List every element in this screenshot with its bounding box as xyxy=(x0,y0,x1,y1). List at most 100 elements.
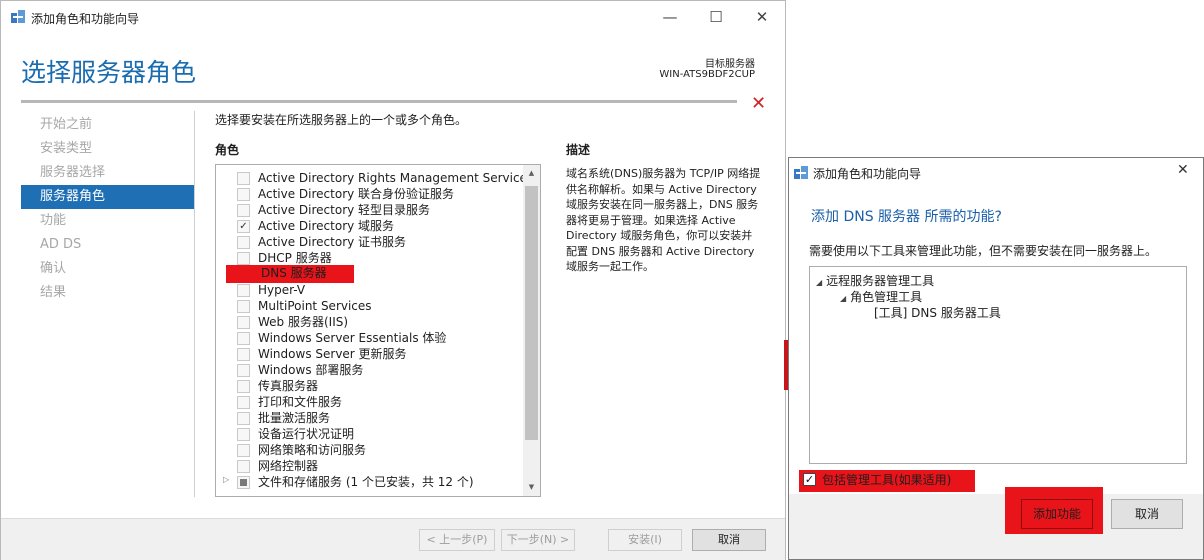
dialog-cancel-button[interactable]: 取消 xyxy=(1111,499,1183,529)
collapse-triangle-icon[interactable]: ◢ xyxy=(840,294,846,303)
role-checkbox-checked[interactable]: ✓ xyxy=(237,220,250,233)
expand-triangle-icon[interactable]: ▷ xyxy=(223,475,233,484)
add-features-dialog: 添加角色和功能向导 ✕ 添加 DNS 服务器 所需的功能? 需要使用以下工具来管… xyxy=(788,157,1204,560)
role-row[interactable]: Hyper-V xyxy=(216,282,524,298)
role-checkbox[interactable] xyxy=(237,412,250,425)
dialog-heading: 添加 DNS 服务器 所需的功能? xyxy=(811,209,1002,225)
role-row[interactable]: Windows Server 更新服务 xyxy=(216,346,524,362)
role-row[interactable]: Web 服务器(IIS) xyxy=(216,314,524,330)
role-row-dns-server[interactable]: DNS 服务器 xyxy=(216,265,524,283)
role-checkbox[interactable] xyxy=(237,332,250,345)
include-tools-checkbox[interactable]: ✓ xyxy=(803,473,816,486)
wizard-window: 添加角色和功能向导 — ☐ ✕ 选择服务器角色 目标服务器 WIN-ATS9BD… xyxy=(0,0,786,560)
page-title: 选择服务器角色 xyxy=(21,58,197,87)
previous-button[interactable]: < 上一步(P) xyxy=(419,529,495,551)
role-row[interactable]: 设备运行状况证明 xyxy=(216,426,524,442)
role-label: MultiPoint Services xyxy=(258,299,372,313)
window-title: 添加角色和功能向导 xyxy=(31,12,140,26)
close-button[interactable]: ✕ xyxy=(739,1,785,33)
required-features-tree[interactable]: ◢ 远程服务器管理工具 ◢ 角色管理工具 [工具] DNS 服务器工具 xyxy=(809,266,1187,464)
role-label: Windows Server Essentials 体验 xyxy=(258,331,447,345)
role-row[interactable]: Active Directory Rights Management Servi… xyxy=(216,170,533,186)
role-row[interactable]: Active Directory 轻型目录服务 xyxy=(216,202,524,218)
nav-item-server-roles[interactable]: 服务器角色 xyxy=(21,185,194,209)
role-label: Windows Server 更新服务 xyxy=(258,347,407,361)
role-checkbox[interactable] xyxy=(237,348,250,361)
role-label: 设备运行状况证明 xyxy=(258,427,355,441)
role-row[interactable]: 批量激活服务 xyxy=(216,410,524,426)
role-label: 批量激活服务 xyxy=(258,411,331,425)
minimize-button[interactable]: — xyxy=(647,1,693,33)
add-features-button[interactable]: 添加功能 xyxy=(1021,499,1093,529)
role-row[interactable]: 网络策略和访问服务 xyxy=(216,442,524,458)
role-checkbox[interactable] xyxy=(237,284,250,297)
role-label: Windows 部署服务 xyxy=(258,363,364,377)
scroll-thumb[interactable] xyxy=(525,186,538,440)
wizard-nav: 开始之前 安装类型 服务器选择 服务器角色 功能 AD DS 确认 结果 xyxy=(21,113,194,305)
role-checkbox[interactable] xyxy=(237,188,250,201)
maximize-button[interactable]: ☐ xyxy=(693,1,739,33)
server-manager-icon xyxy=(794,166,808,180)
role-checkbox[interactable] xyxy=(237,380,250,393)
role-checkbox[interactable] xyxy=(237,316,250,329)
cancel-button[interactable]: 取消 xyxy=(692,529,766,551)
role-checkbox[interactable] xyxy=(237,460,250,473)
role-checkbox[interactable] xyxy=(237,172,250,185)
role-row[interactable]: ✓ Active Directory 域服务 xyxy=(216,218,524,234)
role-row[interactable]: 传真服务器 xyxy=(216,378,524,394)
roles-heading: 角色 xyxy=(215,143,240,157)
nav-item-features[interactable]: 功能 xyxy=(21,209,194,233)
nav-item-installation-type[interactable]: 安装类型 xyxy=(21,137,194,161)
dialog-info-text: 需要使用以下工具来管理此功能，但不需要安装在同一服务器上。 xyxy=(809,244,1158,258)
role-label: 文件和存储服务 (1 个已安装，共 12 个) xyxy=(258,475,474,489)
instruction-text: 选择要安装在所选服务器上的一个或多个角色。 xyxy=(215,113,468,127)
install-button[interactable]: 安装(I) xyxy=(608,529,682,551)
role-checkbox[interactable] xyxy=(237,396,250,409)
role-checkbox[interactable] xyxy=(237,428,250,441)
role-checkbox[interactable] xyxy=(237,300,250,313)
scroll-up-icon[interactable]: ▲ xyxy=(523,169,540,177)
next-button[interactable]: 下一步(N) > xyxy=(501,529,575,551)
role-row[interactable]: DHCP 服务器 xyxy=(216,250,524,266)
title-bar[interactable]: 添加角色和功能向导 — ☐ ✕ xyxy=(1,1,785,33)
role-row[interactable]: Active Directory 联合身份验证服务 xyxy=(216,186,524,202)
tree-item[interactable]: [工具] DNS 服务器工具 xyxy=(874,304,1001,321)
nav-item-confirmation[interactable]: 确认 xyxy=(21,257,194,281)
server-manager-icon xyxy=(11,10,25,24)
role-row[interactable]: MultiPoint Services xyxy=(216,298,524,314)
nav-item-before-you-begin[interactable]: 开始之前 xyxy=(21,113,194,137)
role-checkbox-partial[interactable] xyxy=(237,476,250,489)
role-row[interactable]: Windows 部署服务 xyxy=(216,362,524,378)
collapse-triangle-icon[interactable]: ◢ xyxy=(816,278,822,287)
dialog-title: 添加角色和功能向导 xyxy=(813,167,922,181)
role-label: Active Directory Rights Management Servi… xyxy=(258,171,534,185)
nav-item-results[interactable]: 结果 xyxy=(21,281,194,305)
role-checkbox[interactable] xyxy=(237,252,250,265)
role-row[interactable]: 打印和文件服务 xyxy=(216,394,524,410)
description-text: 域名系统(DNS)服务器为 TCP/IP 网络提供名称解析。如果与 Active… xyxy=(566,167,761,273)
role-row[interactable]: Windows Server Essentials 体验 xyxy=(216,330,524,346)
close-x-icon[interactable]: ✕ xyxy=(751,93,766,114)
tree-item[interactable]: ◢ 远程服务器管理工具 xyxy=(816,272,934,289)
roles-list[interactable]: Active Directory Rights Management Servi… xyxy=(215,164,541,497)
include-tools-label[interactable]: 包括管理工具(如果适用) xyxy=(822,471,951,488)
tree-item-label: 远程服务器管理工具 xyxy=(826,274,935,288)
dialog-close-button[interactable]: ✕ xyxy=(1177,162,1189,178)
scroll-down-icon[interactable]: ▼ xyxy=(523,483,540,491)
nav-item-ad-ds[interactable]: AD DS xyxy=(21,233,194,257)
description-heading: 描述 xyxy=(566,143,591,157)
role-row[interactable]: ▷ 文件和存储服务 (1 个已安装，共 12 个) xyxy=(216,474,524,490)
tree-item-label: 角色管理工具 xyxy=(850,290,923,304)
role-label: Active Directory 轻型目录服务 xyxy=(258,203,431,217)
role-label: Web 服务器(IIS) xyxy=(258,315,349,329)
role-checkbox[interactable] xyxy=(237,364,250,377)
role-checkbox[interactable] xyxy=(237,236,250,249)
role-row[interactable]: 网络控制器 xyxy=(216,458,524,474)
role-row[interactable]: Active Directory 证书服务 xyxy=(216,234,524,250)
role-checkbox[interactable] xyxy=(237,444,250,457)
nav-divider xyxy=(194,111,195,497)
role-checkbox[interactable] xyxy=(237,204,250,217)
nav-item-server-selection[interactable]: 服务器选择 xyxy=(21,161,194,185)
tree-item[interactable]: ◢ 角色管理工具 xyxy=(840,288,922,305)
target-server-label: 目标服务器 xyxy=(705,59,755,70)
